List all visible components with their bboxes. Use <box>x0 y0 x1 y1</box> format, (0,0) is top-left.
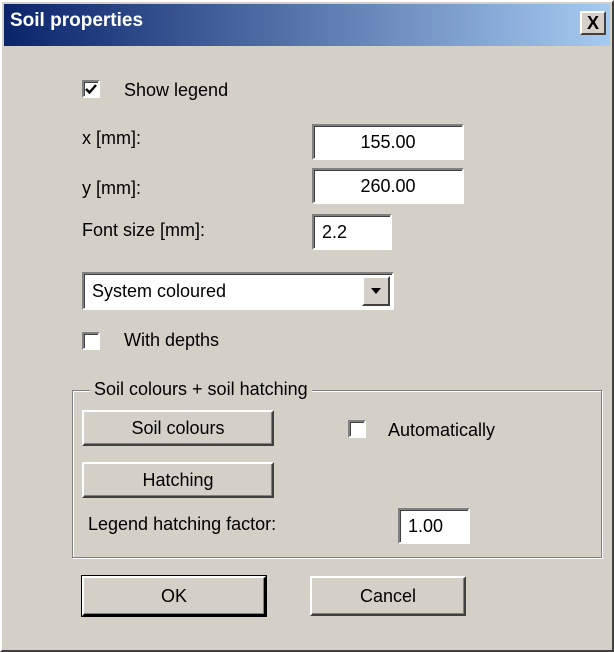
cancel-button[interactable]: Cancel <box>310 576 466 616</box>
legend-style-select[interactable]: System coloured <box>82 272 394 310</box>
automatically-checkbox[interactable] <box>348 420 366 438</box>
dropdown-arrow-button[interactable] <box>362 276 390 306</box>
show-legend-checkbox[interactable] <box>82 80 100 98</box>
y-value: 260.00 <box>360 175 416 196</box>
dialog-title: Soil properties <box>10 10 144 31</box>
automatically-label: Automatically <box>388 420 496 440</box>
ok-label: OK <box>160 585 187 606</box>
close-icon: X <box>586 13 599 33</box>
x-label: x [mm]: <box>82 128 141 148</box>
ok-button[interactable]: OK <box>81 575 267 617</box>
close-button[interactable]: X <box>580 11 606 35</box>
hatching-label: Hatching <box>142 469 214 490</box>
hatching-button[interactable]: Hatching <box>82 462 274 498</box>
title-bar[interactable]: Soil properties X <box>4 4 610 46</box>
hatching-factor-input[interactable]: 1.00 <box>398 508 470 544</box>
checkmark-icon <box>85 84 97 95</box>
legend-style-value: System coloured <box>92 281 227 301</box>
with-depths-checkbox[interactable] <box>82 332 100 350</box>
soil-group-title: Soil colours + soil hatching <box>90 379 312 400</box>
soil-colours-button[interactable]: Soil colours <box>82 410 274 446</box>
y-label: y [mm]: <box>82 178 141 198</box>
font-size-label: Font size [mm]: <box>82 220 206 240</box>
dropdown-arrow-icon <box>371 288 381 294</box>
soil-properties-dialog: Soil properties X Show legend x [mm]: 15… <box>0 0 614 652</box>
font-size-value: 2.2 <box>322 221 348 242</box>
cancel-label: Cancel <box>359 585 417 606</box>
x-input[interactable]: 155.00 <box>312 124 464 160</box>
with-depths-label: With depths <box>124 330 220 350</box>
x-value: 155.00 <box>360 131 416 152</box>
hatching-factor-value: 1.00 <box>408 515 444 536</box>
font-size-input[interactable]: 2.2 <box>312 214 392 250</box>
y-input[interactable]: 260.00 <box>312 168 464 204</box>
show-legend-label: Show legend <box>124 80 229 100</box>
soil-colours-label: Soil colours <box>131 417 225 438</box>
hatching-factor-label: Legend hatching factor: <box>88 514 277 534</box>
